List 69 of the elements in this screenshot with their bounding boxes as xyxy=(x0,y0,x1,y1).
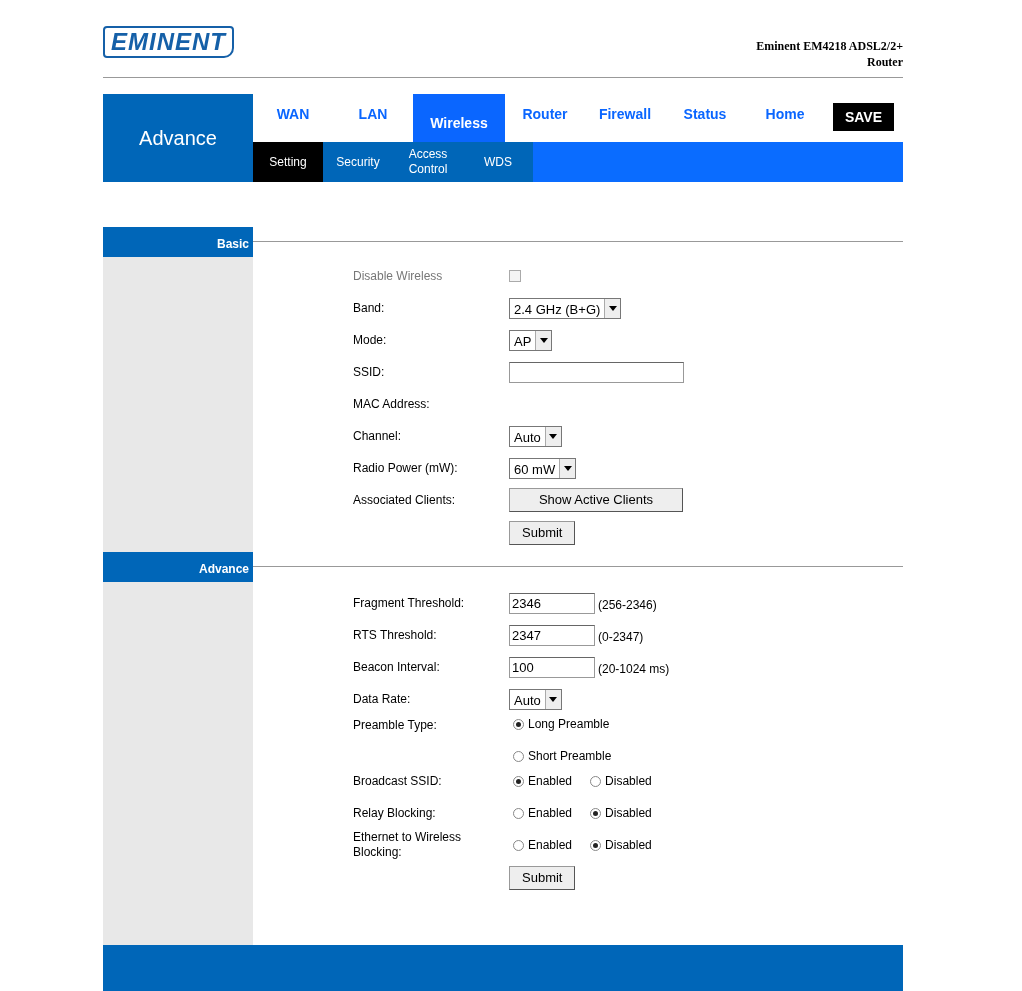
radio-label: Disabled xyxy=(605,773,652,790)
input-field[interactable]: 2347 xyxy=(509,624,595,646)
section-label: Advance xyxy=(103,94,253,182)
radio-button[interactable] xyxy=(513,807,524,819)
radio-button[interactable] xyxy=(590,839,602,851)
field-label: Associated Clients: xyxy=(353,492,457,509)
range-hint: (256-2346) xyxy=(598,597,657,614)
input-field[interactable]: 100 xyxy=(509,656,595,678)
sub-tab[interactable]: Security xyxy=(323,142,393,182)
dropdown-arrow-icon xyxy=(549,696,558,702)
nav-tab[interactable]: Firewall xyxy=(585,86,665,142)
nav-tab[interactable]: Status xyxy=(665,86,745,142)
section-header: Advance xyxy=(103,552,253,582)
radio-button[interactable] xyxy=(513,775,524,787)
dropdown[interactable]: Auto xyxy=(509,688,562,710)
radio-label: Enabled xyxy=(528,837,573,854)
field-label: Fragment Threshold: xyxy=(353,595,466,612)
sub-tab[interactable]: WDS xyxy=(463,142,533,182)
product-title: Eminent EM4218 ADSL2/2+ Router xyxy=(755,38,903,70)
nav-tab[interactable]: Wireless xyxy=(413,94,505,142)
field-label: Band: xyxy=(353,300,386,317)
dropdown-arrow-icon xyxy=(549,433,558,439)
field-label: Radio Power (mW): xyxy=(353,460,459,477)
logo: EMINENT xyxy=(103,26,234,58)
field-label: Data Rate: xyxy=(353,691,412,708)
dropdown-arrow-icon xyxy=(608,305,617,311)
dropdown[interactable]: 60 mW xyxy=(509,457,577,479)
field-label: MAC Address: xyxy=(353,396,431,413)
field-label: Disable Wireless xyxy=(353,268,444,285)
submit-button[interactable]: Submit xyxy=(509,521,576,545)
field-label: Relay Blocking: xyxy=(353,805,437,822)
ssid-field[interactable] xyxy=(509,361,684,383)
range-hint: (20-1024 ms) xyxy=(598,661,670,678)
field-label: Mode: xyxy=(353,332,388,349)
radio-button[interactable] xyxy=(513,718,524,730)
radio-button[interactable] xyxy=(513,750,524,762)
radio-button[interactable] xyxy=(590,775,602,787)
nav-tab[interactable]: Home xyxy=(745,86,825,142)
dropdown[interactable]: 2.4 GHz (B+G) xyxy=(509,297,622,319)
dropdown[interactable]: AP xyxy=(509,329,553,351)
radio-label: Enabled xyxy=(528,805,573,822)
save-button[interactable]: SAVE xyxy=(833,103,894,131)
radio-button[interactable] xyxy=(590,807,602,819)
field-label: Ethernet to Wireless Blocking: xyxy=(353,830,463,860)
submit-button[interactable]: Submit xyxy=(509,866,576,890)
radio-label: Enabled xyxy=(528,773,573,790)
field-label: Broadcast SSID: xyxy=(353,773,443,790)
radio-label: Disabled xyxy=(605,805,652,822)
field-label: RTS Threshold: xyxy=(353,627,438,644)
dropdown-arrow-icon xyxy=(563,465,572,471)
field-label: Beacon Interval: xyxy=(353,659,441,676)
field-label: Preamble Type: xyxy=(353,717,438,734)
radio-button[interactable] xyxy=(513,839,524,851)
radio-label: Long Preamble xyxy=(528,716,610,733)
nav-tab[interactable]: WAN xyxy=(253,86,333,142)
radio-label: Disabled xyxy=(605,837,652,854)
sub-tab[interactable]: Access Control xyxy=(393,142,463,182)
section-header: Basic xyxy=(103,227,253,257)
dropdown[interactable]: Auto xyxy=(509,425,562,447)
range-hint: (0-2347) xyxy=(598,629,644,646)
show-clients-button[interactable]: Show Active Clients xyxy=(509,488,683,512)
radio-label: Short Preamble xyxy=(528,748,612,765)
sub-tab[interactable]: Setting xyxy=(253,142,323,182)
field-label: SSID: xyxy=(353,364,386,381)
dropdown-arrow-icon xyxy=(539,337,548,343)
input-field[interactable]: 2346 xyxy=(509,592,595,614)
field-label: Channel: xyxy=(353,428,403,445)
nav-tab[interactable]: Router xyxy=(505,86,585,142)
nav-tab[interactable]: LAN xyxy=(333,86,413,142)
